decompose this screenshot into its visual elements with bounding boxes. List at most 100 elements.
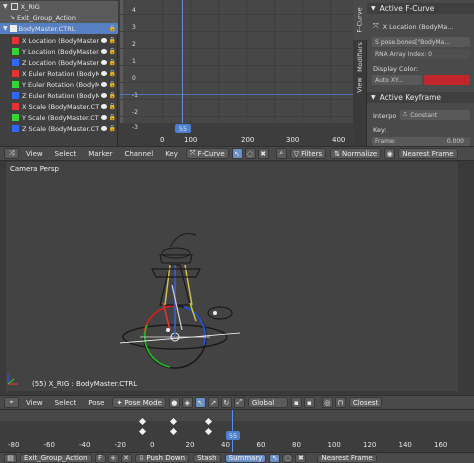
lock-icon[interactable]: 🔒 — [109, 37, 116, 44]
summary-toggle[interactable]: Summary — [224, 453, 267, 463]
timeline-frame-label: 80 — [292, 441, 301, 449]
editor-type-icon[interactable]: ⌖ — [4, 397, 19, 408]
lock-icon[interactable]: 🔒 — [109, 70, 116, 77]
visibility-icon[interactable] — [100, 71, 107, 76]
push-down-button[interactable]: ⇩ Push Down — [134, 453, 190, 463]
keyframe[interactable] — [138, 427, 147, 436]
show-hidden-icon[interactable]: ◌ — [282, 453, 294, 463]
editor-type-icon[interactable]: ⤨ — [4, 148, 19, 159]
tab-modifiers[interactable]: Modifiers — [353, 40, 367, 74]
action-select[interactable]: Exit_Group_Action — [20, 453, 92, 463]
lock-icon[interactable]: 🔒 — [109, 103, 116, 110]
lock-icon[interactable]: 🔒 — [109, 114, 116, 121]
visibility-icon[interactable] — [100, 49, 107, 54]
visibility-icon[interactable] — [100, 126, 107, 131]
visibility-icon[interactable] — [100, 115, 107, 120]
rna-index-field[interactable]: RNA Array Index: 0 — [372, 49, 470, 59]
graph-mode-select[interactable]: ⤧ F-Curve — [185, 148, 229, 159]
rotate-icon[interactable]: ↻ — [220, 397, 232, 408]
current-frame-indicator[interactable]: 55 — [175, 124, 191, 133]
snap-target-select[interactable]: Closest — [348, 397, 383, 408]
manipulator-icon[interactable]: ↖ — [194, 397, 206, 408]
menu-view[interactable]: View — [26, 399, 43, 407]
y-axis-label: -2 — [132, 109, 138, 116]
new-action-icon[interactable]: + — [107, 453, 119, 463]
orientation-select[interactable]: Global — [247, 397, 288, 408]
channel-row[interactable]: Y Location (BodyMaster. 🔒 — [0, 46, 118, 57]
mode-select[interactable]: ✦ Pose Mode — [112, 397, 166, 408]
auto-snap-select[interactable]: Nearest Frame — [398, 148, 458, 159]
channel-row[interactable]: Y Scale (BodyMaster.CTR 🔒 — [0, 112, 118, 123]
fake-user-icon[interactable]: F — [94, 453, 106, 463]
auto-snap-select[interactable]: Nearest Frame — [317, 453, 377, 463]
only-selected-icon[interactable]: ↖ — [269, 453, 281, 463]
color-mode-select[interactable]: Auto XY... — [372, 75, 422, 85]
lock-icon[interactable]: 🔒 — [109, 59, 116, 66]
rna-path-field[interactable]: S pose.bones["BodyMa... — [372, 37, 470, 47]
current-frame-indicator[interactable]: 55 — [226, 431, 240, 440]
y-axis-label: 1 — [132, 58, 136, 65]
channel-row[interactable]: Y Euler Rotation (BodyM 🔒 — [0, 79, 118, 90]
channel-rig-row[interactable]: ▼ X_RIG — [0, 1, 118, 12]
menu-pose[interactable]: Pose — [88, 399, 104, 407]
visibility-icon[interactable] — [100, 104, 107, 109]
active-keyframe-panel-header[interactable]: ▼ Active Keyframe — [367, 92, 474, 103]
channel-group-row[interactable]: ▼ BodyMaster.CTRL 🔒 — [0, 23, 118, 34]
show-errors-icon[interactable]: ✖ — [257, 148, 269, 159]
menu-select[interactable]: Select — [55, 150, 77, 158]
channel-row[interactable]: X Euler Rotation (BodyM 🔒 — [0, 68, 118, 79]
expand-icon[interactable]: ▼ — [3, 25, 8, 32]
pivot-icon[interactable]: ◉ — [384, 148, 396, 159]
visibility-icon[interactable] — [100, 38, 107, 43]
menu-channel[interactable]: Channel — [124, 150, 153, 158]
channel-row[interactable]: X Scale (BodyMaster.CTR 🔒 — [0, 101, 118, 112]
layer-icon[interactable]: ▪ — [290, 397, 302, 408]
channel-action-row[interactable]: ↘ Exit_Group_Action — [0, 12, 118, 23]
layer-icon[interactable]: ▪ — [303, 397, 315, 408]
menu-marker[interactable]: Marker — [88, 150, 112, 158]
channel-row[interactable]: Z Scale (BodyMaster.CTR 🔒 — [0, 123, 118, 134]
visibility-icon[interactable] — [100, 93, 107, 98]
tab-view[interactable]: View — [353, 74, 367, 96]
only-selected-icon[interactable]: ↖ — [231, 148, 243, 159]
translate-icon[interactable]: ↗ — [207, 397, 219, 408]
keyframe[interactable] — [204, 427, 213, 436]
rig-armature[interactable] — [100, 225, 250, 385]
expand-icon[interactable]: ▼ — [3, 3, 8, 10]
interpolation-select[interactable]: ⎍ Constant — [400, 110, 470, 120]
show-errors-icon[interactable]: ✖ — [295, 453, 307, 463]
unlink-icon[interactable]: ✕ — [120, 453, 132, 463]
show-hidden-icon[interactable]: ◌ — [244, 148, 256, 159]
lock-icon[interactable]: 🔒 — [109, 25, 116, 32]
shading-icon[interactable]: ● — [168, 397, 180, 408]
lock-icon[interactable]: 🔒 — [109, 81, 116, 88]
lock-icon[interactable]: 🔒 — [109, 48, 116, 55]
menu-select[interactable]: Select — [55, 399, 77, 407]
graph-editor-area[interactable]: 4 3 2 1 0 -1 -2 -3 55 0 100 200 300 400 — [120, 0, 353, 146]
menu-view[interactable]: View — [26, 150, 43, 158]
active-fcurve-panel-header[interactable]: ▼ Active F-Curve — [367, 3, 474, 14]
channel-row[interactable]: Z Location (BodyMaster. 🔒 — [0, 57, 118, 68]
dopesheet-area[interactable]: 55 -80 -60 -40 -20 0 20 40 60 80 100 120 140 160 — [0, 410, 474, 452]
proportional-edit-icon[interactable]: ◎ — [321, 397, 333, 408]
magnet-icon[interactable]: ⊓ — [334, 397, 346, 408]
stash-button[interactable]: Stash — [193, 453, 221, 463]
visibility-icon[interactable] — [100, 82, 107, 87]
editor-type-icon[interactable]: ▤ — [4, 453, 17, 463]
channel-row[interactable]: X Location (BodyMaster. 🔒 — [0, 35, 118, 46]
y-axis-label: -3 — [132, 124, 138, 131]
search-icon[interactable]: ⌕ — [275, 148, 287, 159]
lock-icon[interactable]: 🔒 — [109, 92, 116, 99]
filters-button[interactable]: ▽ Filters — [289, 148, 327, 159]
frame-field[interactable]: Frame: 0.000 — [372, 137, 470, 146]
curve-color-swatch[interactable] — [424, 75, 470, 85]
menu-key[interactable]: Key — [165, 150, 178, 158]
scale-icon[interactable]: ⤢ — [233, 397, 245, 408]
pivot-icon[interactable]: ◈ — [181, 397, 193, 408]
tab-f-curve[interactable]: F-Curve — [353, 0, 367, 40]
lock-icon[interactable]: 🔒 — [109, 125, 116, 132]
channel-row[interactable]: Z Euler Rotation (BodyM 🔒 — [0, 90, 118, 101]
keyframe[interactable] — [169, 427, 178, 436]
normalize-toggle[interactable]: ⇅ Normalize — [330, 148, 382, 159]
visibility-icon[interactable] — [100, 60, 107, 65]
